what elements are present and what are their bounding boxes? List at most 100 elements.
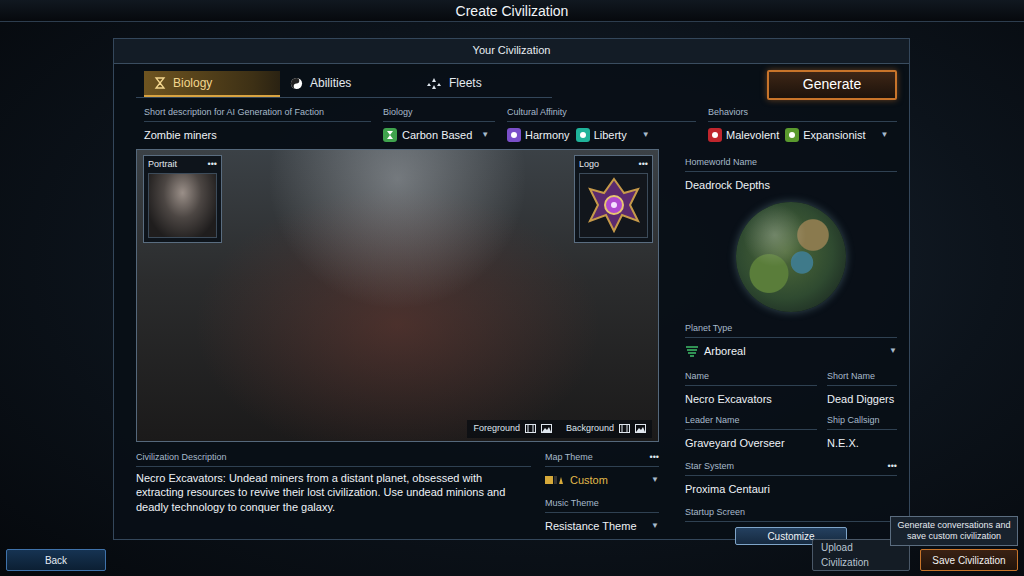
tab[interactable]: Biology <box>144 71 280 97</box>
biology-icon <box>383 128 397 142</box>
field-value-row: N.E.X. <box>827 430 897 452</box>
identity-field[interactable]: Name Necro Excavators <box>685 370 817 408</box>
field-value: Necro Excavators <box>685 391 772 408</box>
portrait-frame[interactable]: Portrait••• <box>143 155 222 243</box>
film-icon[interactable] <box>619 424 630 433</box>
trait-name: Expansionist <box>803 127 865 144</box>
save-button[interactable]: Save Civilization <box>920 549 1018 571</box>
biology-field[interactable]: Biology Carbon Based ▼ <box>383 106 495 146</box>
layer-control[interactable]: Foreground <box>473 422 552 436</box>
image-icon[interactable] <box>541 424 552 433</box>
field-label: Map Theme <box>545 451 593 465</box>
logo-label: Logo <box>579 158 599 172</box>
star-system-menu[interactable]: ••• <box>888 460 897 474</box>
trait-chip: Expansionist <box>785 127 865 144</box>
save-tooltip: Generate conversations and save custom c… <box>890 516 1018 547</box>
field-label: Short Name <box>827 370 875 384</box>
arboreal-icon <box>685 345 699 357</box>
portrait-image <box>148 173 217 238</box>
field-label: Leader Name <box>685 414 740 428</box>
tab-label: Abilities <box>310 74 351 92</box>
music-theme-field[interactable]: Music Theme Resistance Theme ▼ <box>545 497 659 535</box>
ships-icon <box>426 77 442 90</box>
field-label-row: Short Name <box>827 370 897 387</box>
trait-name: Liberty <box>594 127 627 144</box>
star-system-field[interactable]: Star System••• Proxima Centauri <box>685 460 897 498</box>
field-value: Zombie miners <box>144 127 217 144</box>
trait-icon <box>576 128 590 142</box>
identity-field[interactable]: Ship Callsign N.E.X. <box>827 414 897 452</box>
dropdown-arrow[interactable]: ▼ <box>881 129 889 141</box>
trait-chip: Harmony <box>507 127 570 144</box>
film-icon[interactable] <box>525 424 536 433</box>
description-field[interactable]: Civilization Description Necro Excavator… <box>136 451 531 535</box>
layer-label: Foreground <box>473 422 520 436</box>
field-label-row: Leader Name <box>685 414 817 431</box>
screen-title: Create Civilization <box>0 0 1024 22</box>
field-label: Homeworld Name <box>685 156 757 170</box>
map-theme-field[interactable]: Map Theme ••• Custom ▼ <box>545 451 659 489</box>
tab-bar: Biology Abilities Fleets <box>136 71 552 98</box>
trait-name: Harmony <box>525 127 570 144</box>
field-value: Proxima Centauri <box>685 481 770 498</box>
field-label-row: Name <box>685 370 817 387</box>
tab-label: Biology <box>173 74 212 92</box>
behaviors-field[interactable]: Behaviors Malevolent Expansionist ▼ <box>708 106 897 146</box>
homeworld-field[interactable]: Homeworld Name Deadrock Depths <box>685 156 897 194</box>
civilization-panel: Your Civilization Biology Abilities Fleets… <box>113 38 910 540</box>
map-theme-menu[interactable]: ••• <box>650 451 659 465</box>
planet-type-field[interactable]: Planet Type Arboreal ▼ <box>685 322 897 360</box>
yin-yang-icon <box>290 77 303 90</box>
field-label: Civilization Description <box>136 451 227 465</box>
dropdown-arrow[interactable]: ▼ <box>889 345 897 357</box>
dropdown-arrow[interactable]: ▼ <box>651 520 659 532</box>
field-value: Graveyard Overseer <box>685 435 785 452</box>
field-label: Ship Callsign <box>827 414 880 428</box>
civilization-artwork: Portrait••• Logo••• Foreg <box>136 149 659 442</box>
field-value: Dead Diggers <box>827 391 894 408</box>
field-label: Cultural Affinity <box>507 106 567 120</box>
field-value: N.E.X. <box>827 435 859 452</box>
identity-field[interactable]: Short Name Dead Diggers <box>827 370 897 408</box>
logo-frame[interactable]: Logo ••• <box>574 155 653 243</box>
dropdown-arrow[interactable]: ▼ <box>651 474 659 486</box>
field-value: Custom <box>570 472 608 489</box>
field-value: Carbon Based <box>402 127 472 144</box>
portrait-menu[interactable]: ••• <box>208 158 217 172</box>
tab[interactable]: Fleets <box>416 71 552 97</box>
field-value: Arboreal <box>704 343 746 360</box>
identity-field[interactable]: Leader Name Graveyard Overseer <box>685 414 817 452</box>
custom-theme-icon <box>545 475 565 485</box>
field-label: Biology <box>383 106 413 120</box>
field-label: Name <box>685 370 709 384</box>
trait-chip: Liberty <box>576 127 627 144</box>
description-text: Necro Excavators: Undead miners from a d… <box>136 467 531 514</box>
short-description-field[interactable]: Short description for AI Generation of F… <box>144 106 371 146</box>
emblem-icon <box>584 175 644 235</box>
layer-label: Background <box>566 422 614 436</box>
field-label-row: Ship Callsign <box>827 414 897 431</box>
field-value: Deadrock Depths <box>685 177 770 194</box>
field-label: Behaviors <box>708 106 748 120</box>
back-button[interactable]: Back <box>6 549 106 571</box>
generate-button[interactable]: Generate <box>767 70 897 100</box>
logo-menu[interactable]: ••• <box>639 158 648 172</box>
hourglass-icon <box>154 77 166 89</box>
trait-icon <box>785 128 799 142</box>
trait-chip: Malevolent <box>708 127 779 144</box>
dropdown-arrow[interactable]: ▼ <box>642 129 650 141</box>
planet-image <box>736 202 846 312</box>
trait-name: Malevolent <box>726 127 779 144</box>
tab-label: Fleets <box>449 74 482 92</box>
field-label: Music Theme <box>545 497 599 511</box>
image-icon[interactable] <box>635 424 646 433</box>
cultural-affinity-field[interactable]: Cultural Affinity Harmony Liberty ▼ <box>507 106 696 146</box>
field-value-row: Dead Diggers <box>827 386 897 408</box>
dropdown-arrow[interactable]: ▼ <box>481 129 489 141</box>
field-label: Planet Type <box>685 322 732 336</box>
layer-control[interactable]: Background <box>566 422 646 436</box>
panel-title: Your Civilization <box>114 39 909 64</box>
tab[interactable]: Abilities <box>280 71 416 97</box>
field-label: Startup Screen <box>685 506 745 520</box>
trait-icon <box>507 128 521 142</box>
